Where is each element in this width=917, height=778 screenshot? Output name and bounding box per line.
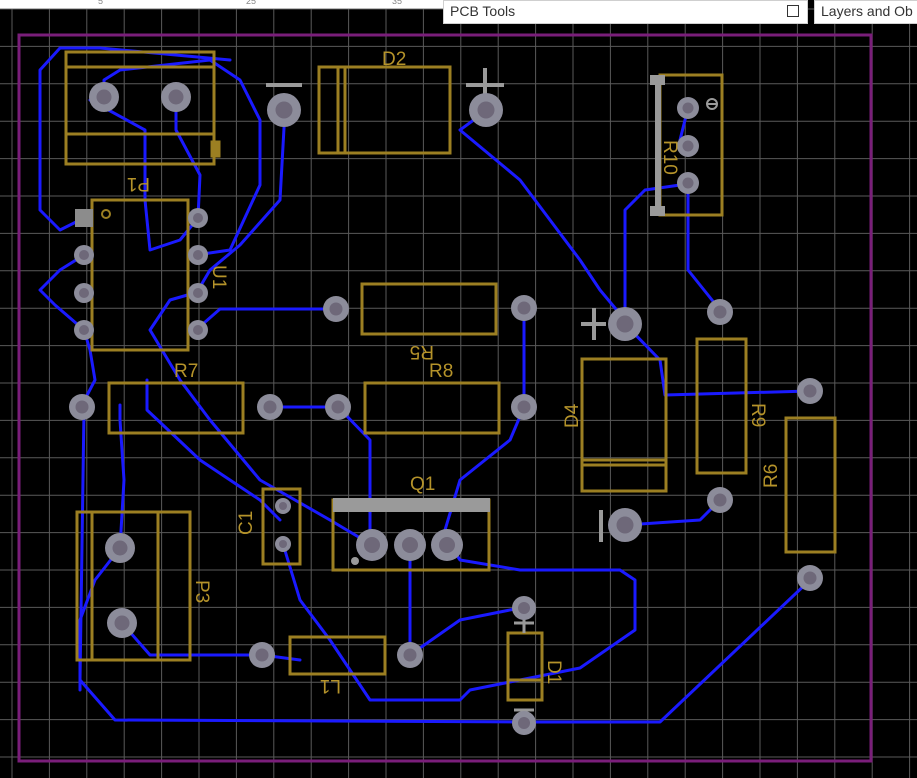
pad-hole [112,540,128,556]
pcb-canvas[interactable]: D2 P1 R10 U1 R5 R7 R8 D4 R9 R6 Q1 C1 P3 … [0,0,917,778]
pad-hole [682,140,694,152]
layers-panel-title: Layers and Ob [821,3,913,19]
pad-hole [193,325,203,335]
label-R9: R9 [747,403,768,427]
pad-hole [518,717,530,729]
label-D1: D1 [543,660,564,684]
pad-hole [517,301,531,315]
pad-hole [616,315,634,333]
label-L1: L1 [320,675,341,696]
pad-hole [275,101,293,119]
layers-panel[interactable]: Layers and Ob [814,0,917,24]
label-R10: R10 [659,140,680,175]
pad-hole [331,400,345,414]
label-D2: D2 [382,49,406,70]
maximize-icon[interactable] [787,5,799,17]
label-U1: U1 [208,265,229,289]
pad-hole [279,540,287,548]
pcb-tools-title: PCB Tools [450,3,516,19]
pad-hole [79,325,89,335]
pcb-tools-panel[interactable]: PCB Tools [443,0,808,24]
pad-hole [79,250,89,260]
pad-hole [193,213,203,223]
label-R8: R8 [429,361,453,382]
label-P3: P3 [191,580,212,603]
pad-hole [439,537,455,553]
pad-hole [403,648,417,662]
pad-hole [75,400,89,414]
pad-hole [682,177,694,189]
label-R5: R5 [410,341,434,362]
pad-hole [255,648,269,662]
pad-hole [402,537,418,553]
pad-hole [616,516,634,534]
pad-hole [96,89,112,105]
label-Q1: Q1 [410,474,435,495]
pad-hole [682,102,694,114]
label-C1: C1 [236,511,257,535]
pad-hole [329,302,343,316]
pad-square [75,209,93,227]
label-P1: P1 [127,173,150,194]
ruler-mark: 35 [392,0,403,6]
pad-hole [713,493,727,507]
pad-hole [79,288,89,298]
ruler-mark: 25 [246,0,257,6]
ruler-mark: 5 [98,0,104,6]
pad-hole [279,502,287,510]
pad-hole [803,384,817,398]
label-R7: R7 [174,361,198,382]
pad-hole [168,89,184,105]
pad-hole [364,537,380,553]
pad-hole [713,305,727,319]
pad-hole [193,250,203,260]
pad-hole [803,571,817,585]
label-D4: D4 [562,403,583,428]
top-ruler: 5 25 35 [0,0,445,9]
pad-hole [477,101,495,119]
pad-hole [518,602,530,614]
pad-hole [263,400,277,414]
pad-hole [114,615,130,631]
pad-hole [517,400,531,414]
label-R6: R6 [761,464,782,488]
pad-hole [193,288,203,298]
